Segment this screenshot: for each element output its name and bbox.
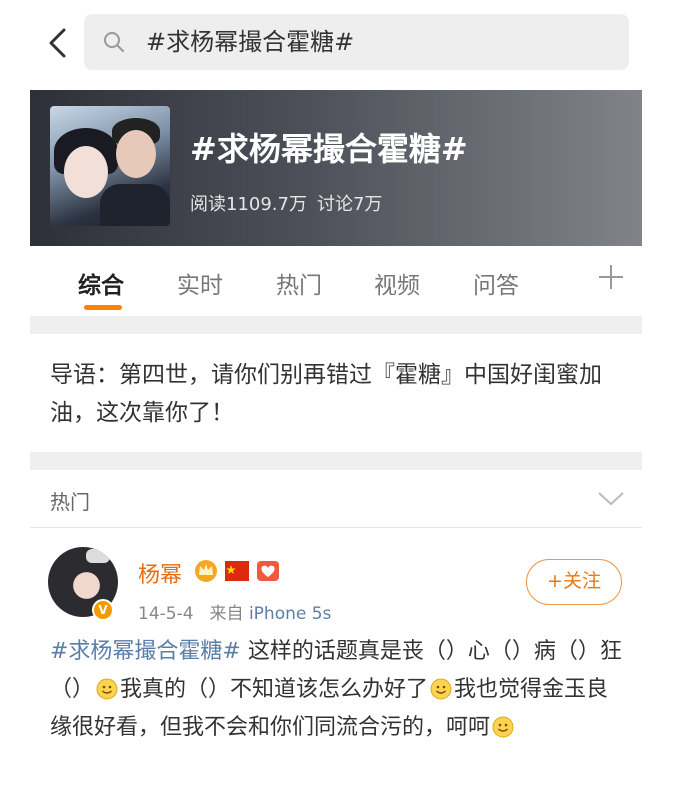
weibo-post: V 杨幂 14-5-4 来自 iPhone 5s +关注 #求杨幂撮合霍糖# 这样… bbox=[30, 529, 642, 787]
heart-badge-icon bbox=[257, 561, 279, 581]
follow-button[interactable]: +关注 bbox=[526, 559, 622, 605]
topic-page: #求杨幂撮合霍糖# #求杨幂撮合霍糖# 阅读1109.7万 讨论7万 综合 实时 … bbox=[30, 0, 642, 787]
post-meta: 14-5-4 来自 iPhone 5s bbox=[138, 599, 331, 624]
china-flag-icon bbox=[225, 561, 249, 581]
post-date: 14-5-4 bbox=[138, 604, 194, 624]
divider bbox=[30, 452, 642, 470]
plus-icon[interactable] bbox=[596, 262, 626, 292]
tab-qa[interactable]: 问答 bbox=[473, 266, 519, 300]
tab-comprehensive[interactable]: 综合 bbox=[78, 266, 124, 300]
top-bar: #求杨幂撮合霍糖# bbox=[30, 0, 642, 90]
tab-realtime[interactable]: 实时 bbox=[177, 266, 223, 300]
topic-link[interactable]: #求杨幂撮合霍糖# bbox=[50, 639, 241, 664]
user-badges bbox=[195, 560, 279, 582]
smile-emoji-icon bbox=[96, 678, 118, 700]
source-prefix: 来自 bbox=[209, 604, 244, 624]
topic-intro: 导语：第四世，请你们别再错过『霍糖』中国好闺蜜加油，这次靠你了！ bbox=[30, 334, 642, 452]
chevron-down-icon[interactable] bbox=[596, 490, 626, 508]
back-arrow-icon[interactable] bbox=[44, 26, 74, 60]
smile-emoji-icon bbox=[430, 678, 452, 700]
post-text-2: 我真的（）不知道该怎么办好了 bbox=[120, 677, 429, 702]
topic-stats: 阅读1109.7万 讨论7万 bbox=[190, 190, 382, 216]
tab-video[interactable]: 视频 bbox=[374, 266, 420, 300]
active-tab-indicator bbox=[84, 305, 122, 310]
search-icon bbox=[104, 32, 124, 52]
intro-text: 导语：第四世，请你们别再错过『霍糖』中国好闺蜜加油，这次靠你了！ bbox=[50, 362, 602, 426]
hot-section-header[interactable]: 热门 bbox=[30, 470, 642, 528]
topic-title: #求杨幂撮合霍糖# bbox=[190, 130, 468, 168]
search-input[interactable]: #求杨幂撮合霍糖# bbox=[84, 14, 629, 70]
post-username[interactable]: 杨幂 bbox=[138, 557, 182, 589]
topic-cover-image bbox=[50, 106, 170, 226]
tab-bar: 综合 实时 热门 视频 问答 bbox=[30, 246, 642, 316]
topic-banner: #求杨幂撮合霍糖# 阅读1109.7万 讨论7万 bbox=[30, 90, 642, 246]
crown-icon bbox=[195, 560, 217, 582]
discussion-count: 讨论7万 bbox=[316, 194, 383, 215]
verified-icon: V bbox=[92, 599, 114, 621]
smile-emoji-icon bbox=[492, 716, 514, 738]
read-count: 阅读1109.7万 bbox=[190, 194, 307, 215]
post-body: #求杨幂撮合霍糖# 这样的话题真是丧（）心（）病（）狂（） 我真的（）不知道该怎么… bbox=[50, 633, 630, 747]
post-device[interactable]: iPhone 5s bbox=[249, 604, 331, 624]
divider bbox=[30, 316, 642, 334]
search-query: #求杨幂撮合霍糖# bbox=[146, 28, 355, 56]
section-label: 热门 bbox=[50, 490, 90, 514]
tab-hot[interactable]: 热门 bbox=[276, 266, 322, 300]
